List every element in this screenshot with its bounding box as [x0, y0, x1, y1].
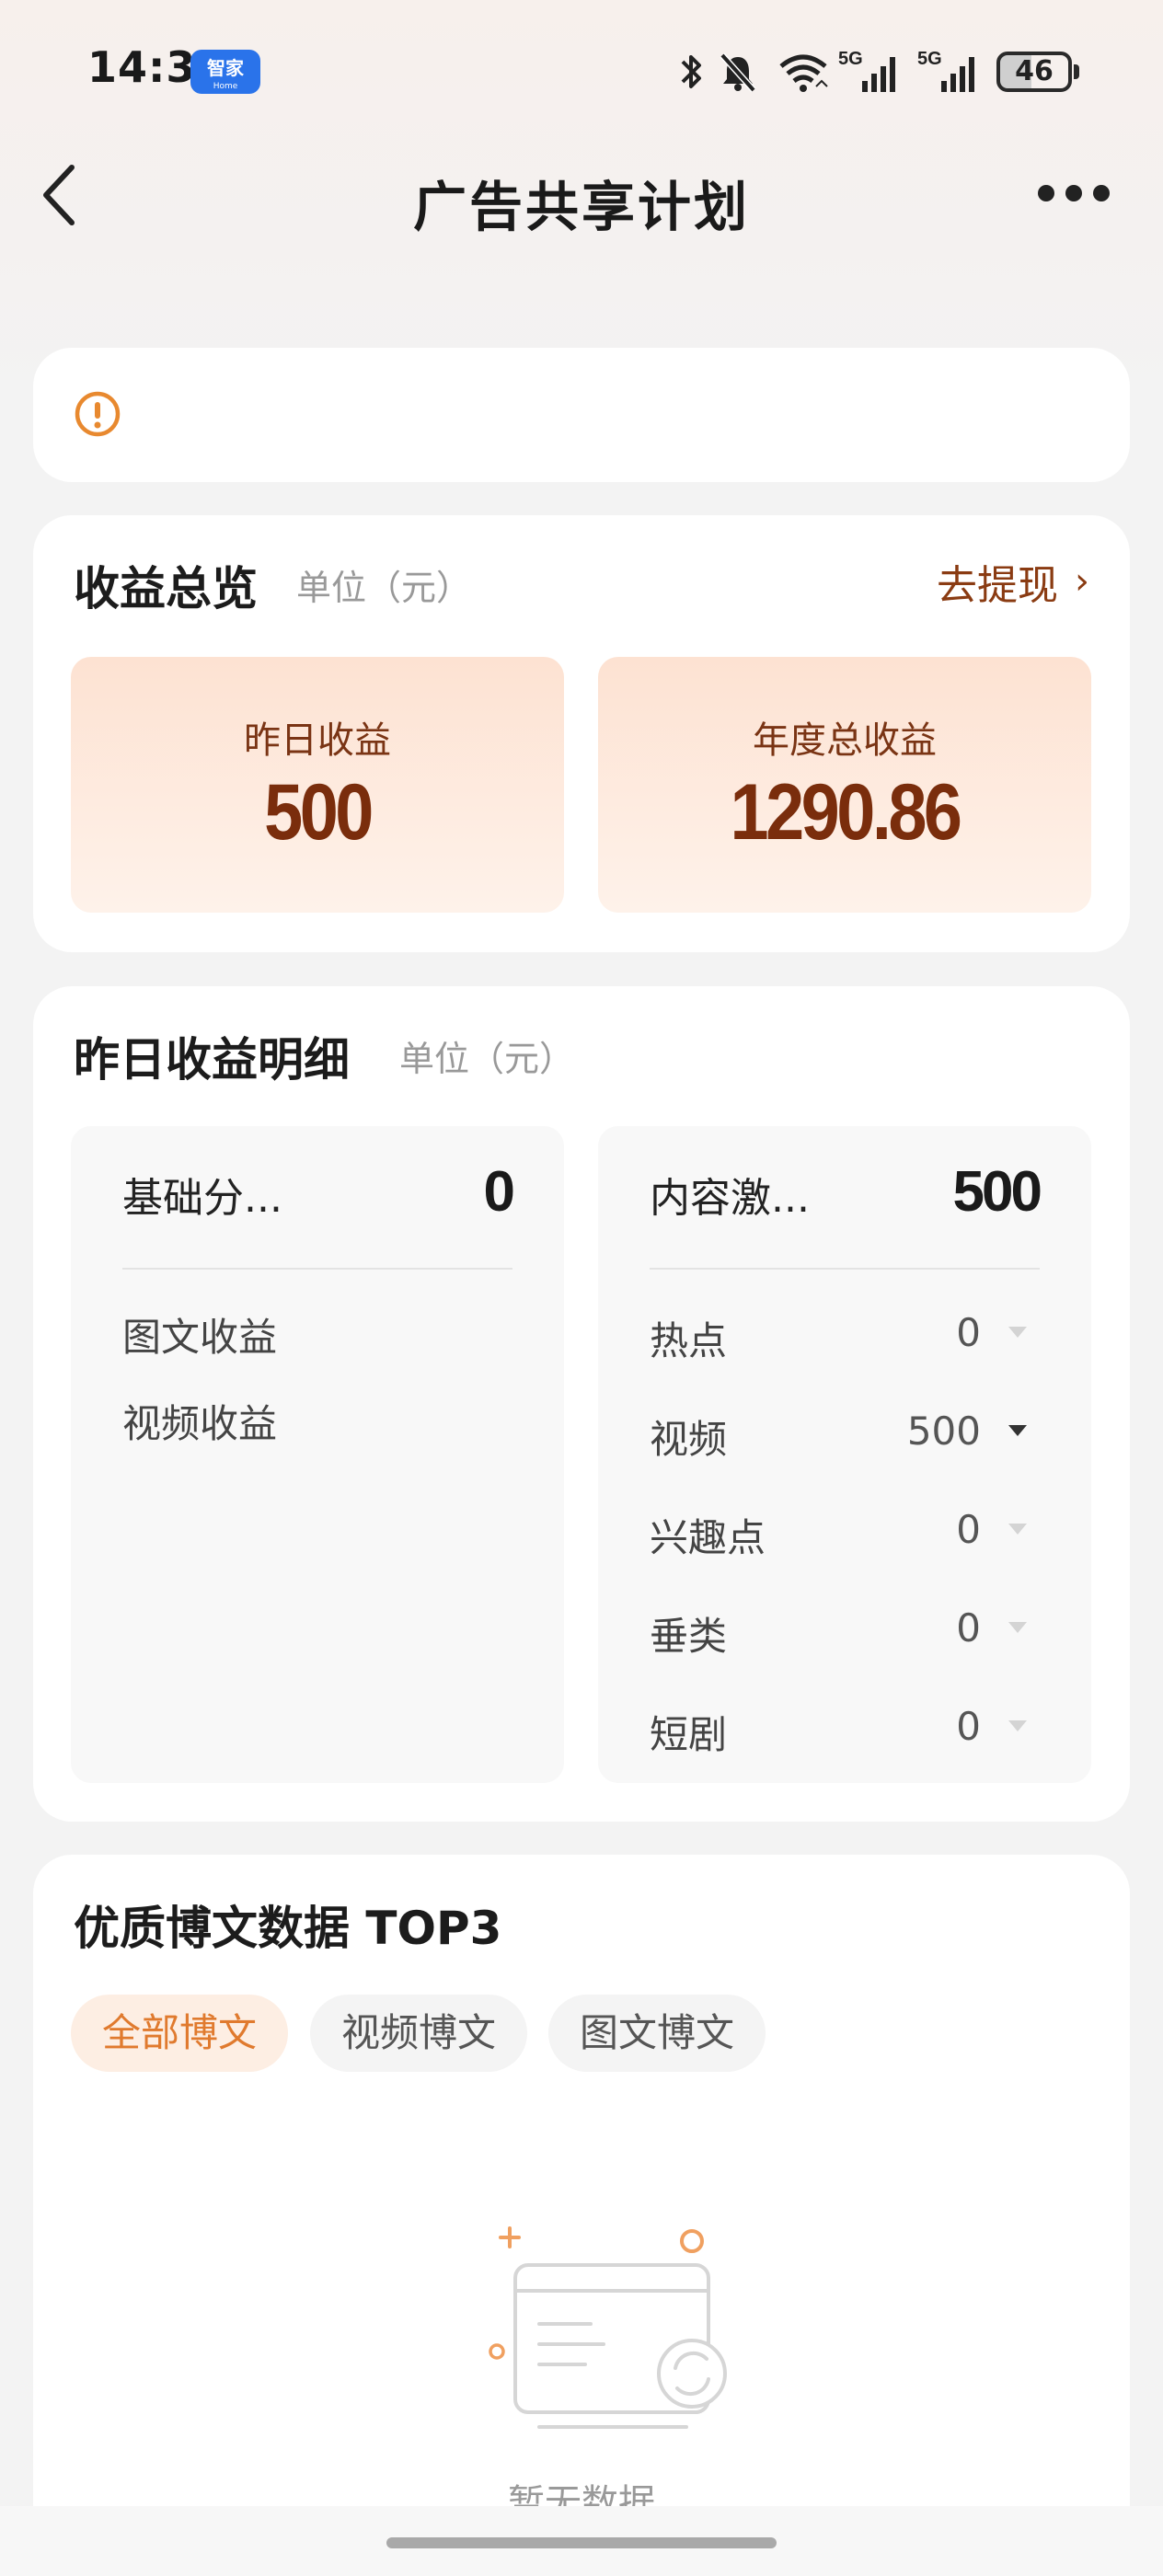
overview-unit: 单位（元）	[296, 568, 472, 608]
row-value: 0	[956, 1310, 981, 1355]
withdraw-link[interactable]: 去提现 ›	[937, 552, 1089, 611]
bell-mute-icon	[720, 52, 756, 93]
tab-video-posts[interactable]: 视频博文	[310, 1995, 527, 2072]
earnings-overview-card: 收益总览 单位（元） 去提现 › 昨日收益 500 年度总收益 1290.86	[33, 515, 1130, 952]
row-value: 0	[956, 1704, 981, 1749]
notice-card[interactable]	[33, 348, 1130, 482]
content-row-interest[interactable]: 兴趣点 0	[650, 1507, 1054, 1562]
bluetooth-icon	[681, 55, 701, 88]
caret-down-icon[interactable]	[1008, 1622, 1027, 1633]
yesterday-earnings-box: 昨日收益 500	[71, 657, 564, 913]
app-badge-label: 智家	[207, 57, 244, 79]
row-name: 垂类	[650, 1614, 728, 1659]
tab-all-posts[interactable]: 全部博文	[71, 1995, 288, 2072]
cellular-signal-icon-2: 5G	[917, 49, 974, 92]
app-badge-icon: 智家 Home	[190, 50, 260, 94]
more-options-icon[interactable]	[1038, 182, 1111, 204]
base-item-video: 视频收益	[122, 1401, 278, 1446]
detail-unit: 单位（元）	[399, 1039, 575, 1079]
content-row-video[interactable]: 视频 500	[650, 1409, 1054, 1464]
caret-down-icon[interactable]	[1008, 1524, 1027, 1535]
network-label-2: 5G	[917, 49, 942, 69]
caret-down-icon[interactable]	[1008, 1720, 1027, 1731]
cellular-signal-icon: 5G	[838, 49, 895, 92]
divider	[122, 1268, 512, 1270]
content-incentive-box: 内容激... 500 热点 0 视频 500 兴趣点 0 垂类 0 短剧 0	[598, 1126, 1091, 1783]
wifi-icon	[779, 54, 828, 92]
overview-title: 收益总览	[74, 562, 258, 615]
tab-image-text-posts[interactable]: 图文博文	[548, 1995, 766, 2072]
row-name: 热点	[650, 1318, 728, 1363]
row-value: 500	[906, 1409, 981, 1454]
annual-earnings-box: 年度总收益 1290.86	[598, 657, 1091, 913]
content-incentive-label: 内容激...	[650, 1175, 810, 1222]
withdraw-label: 去提现	[937, 562, 1058, 609]
base-earnings-box: 基础分... 0 图文收益 视频收益	[71, 1126, 564, 1783]
network-label-1: 5G	[838, 49, 863, 69]
content-incentive-value: 500	[952, 1160, 1042, 1224]
earnings-detail-card: 昨日收益明细 单位（元） 基础分... 0 图文收益 视频收益 内容激... 5…	[33, 986, 1130, 1822]
yesterday-earnings-value: 500	[264, 768, 374, 857]
row-value: 0	[956, 1507, 981, 1552]
content-row-short-drama[interactable]: 短剧 0	[650, 1704, 1054, 1759]
warning-icon	[75, 391, 121, 437]
base-earnings-label: 基础分...	[122, 1175, 282, 1222]
base-item-image-text: 图文收益	[122, 1315, 278, 1360]
gesture-bar	[0, 2506, 1163, 2576]
row-name: 兴趣点	[650, 1515, 766, 1560]
top3-title: 优质博文数据 TOP3	[74, 1902, 502, 1955]
content-row-vertical[interactable]: 垂类 0	[650, 1605, 1054, 1661]
page-title: 广告共享计划	[412, 176, 750, 238]
annual-earnings-value: 1290.86	[730, 768, 962, 857]
row-value: 0	[956, 1605, 981, 1650]
top3-posts-card: 优质博文数据 TOP3 全部博文 视频博文 图文博文 暂无数据	[33, 1855, 1130, 2576]
row-name: 短剧	[650, 1712, 728, 1757]
base-earnings-value: 0	[483, 1160, 516, 1224]
app-badge-sublabel: Home	[213, 82, 238, 91]
content-row-hotspot[interactable]: 热点 0	[650, 1310, 1054, 1365]
battery-icon: 46	[996, 52, 1079, 92]
divider	[650, 1268, 1040, 1270]
home-indicator[interactable]	[386, 2537, 777, 2548]
row-name: 视频	[650, 1417, 728, 1462]
chevron-right-icon: ›	[1075, 560, 1089, 603]
caret-down-icon[interactable]	[1008, 1425, 1027, 1436]
status-bar: 14:35 智家 Home 5G 5G 46	[0, 0, 1163, 138]
detail-title: 昨日收益明细	[74, 1033, 350, 1087]
annual-earnings-label: 年度总收益	[753, 719, 937, 762]
battery-level: 46	[1015, 55, 1054, 87]
empty-state-illustration-icon	[489, 2226, 727, 2429]
yesterday-earnings-label: 昨日收益	[244, 719, 391, 762]
caret-down-icon[interactable]	[1008, 1327, 1027, 1338]
